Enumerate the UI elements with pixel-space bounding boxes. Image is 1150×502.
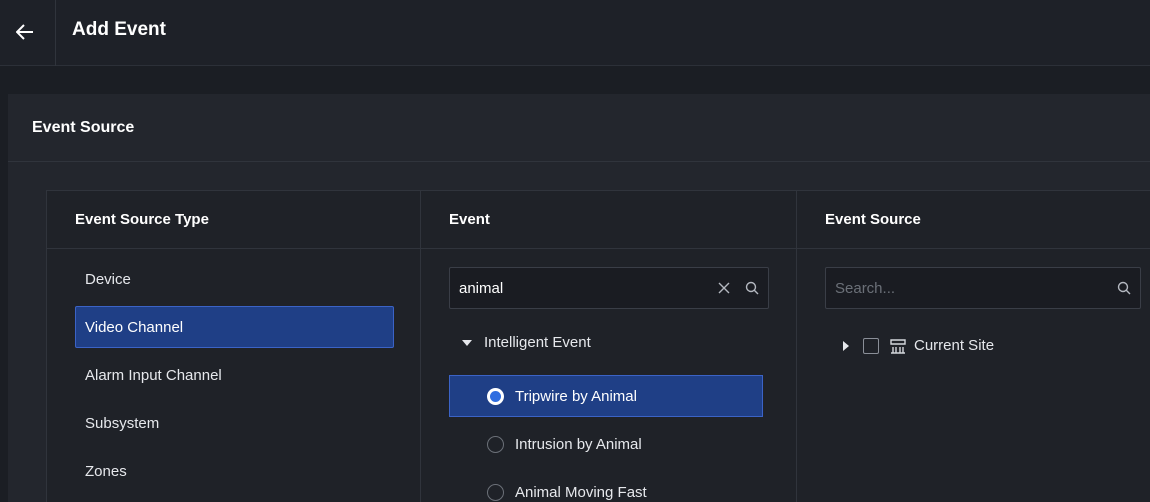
radio-icon[interactable]: [487, 484, 504, 501]
source-type-video-channel[interactable]: Video Channel: [75, 306, 394, 348]
tree-node-current-site[interactable]: Current Site: [843, 337, 994, 354]
source-type-header: Event Source Type: [47, 191, 420, 249]
back-button[interactable]: [8, 14, 42, 50]
event-source-header: Event Source: [797, 191, 1150, 249]
event-label: Tripwire by Animal: [515, 387, 637, 405]
radio-checked-icon[interactable]: [487, 388, 504, 405]
caret-down-icon[interactable]: [462, 339, 472, 346]
header-divider: [55, 0, 56, 66]
source-search-placeholder[interactable]: Search...: [835, 280, 1112, 297]
site-label: Current Site: [914, 337, 995, 354]
event-column: Event animal Intelligent Event Tripwire …: [421, 191, 797, 502]
caret-right-icon[interactable]: [843, 340, 849, 351]
source-type-device[interactable]: Device: [75, 258, 394, 300]
site-checkbox[interactable]: [863, 337, 879, 354]
source-type-alarm-input-channel[interactable]: Alarm Input Channel: [75, 354, 394, 396]
search-icon[interactable]: [740, 276, 764, 300]
event-tripwire-by-animal[interactable]: Tripwire by Animal: [449, 375, 763, 417]
source-type-zones[interactable]: Zones: [75, 450, 394, 492]
source-search-input[interactable]: Search...: [825, 267, 1141, 309]
event-intrusion-by-animal[interactable]: Intrusion by Animal: [449, 423, 763, 465]
event-search-value[interactable]: animal: [459, 280, 712, 297]
intelligent-event-group[interactable]: Intelligent Event: [462, 334, 591, 351]
search-icon[interactable]: [1112, 276, 1136, 300]
page-title: Add Event: [72, 19, 166, 40]
arrow-left-icon: [16, 24, 33, 40]
event-label: Intrusion by Animal: [515, 435, 642, 453]
event-source-panel: Event Source Type Device Video Channel A…: [46, 190, 1150, 502]
event-source-column: Event Source Search... Current Site: [797, 191, 1150, 502]
event-label: Animal Moving Fast: [515, 483, 647, 501]
clear-icon[interactable]: [712, 276, 736, 300]
group-label: Intelligent Event: [484, 334, 591, 351]
source-type-list: Device Video Channel Alarm Input Channel…: [75, 258, 394, 498]
top-bar: Add Event: [0, 0, 1150, 66]
event-header: Event: [421, 191, 796, 249]
event-search-input[interactable]: animal: [449, 267, 769, 309]
section-title: Event Source: [32, 118, 135, 136]
site-icon: [889, 338, 907, 354]
event-source-section: Event Source Event Source Type Device Vi…: [8, 94, 1150, 502]
event-list: Tripwire by Animal Intrusion by Animal A…: [449, 375, 763, 502]
source-type-subsystem[interactable]: Subsystem: [75, 402, 394, 444]
source-type-column: Event Source Type Device Video Channel A…: [47, 191, 421, 502]
section-header: Event Source: [8, 94, 1150, 162]
event-animal-moving-fast[interactable]: Animal Moving Fast: [449, 471, 763, 502]
radio-icon[interactable]: [487, 436, 504, 453]
